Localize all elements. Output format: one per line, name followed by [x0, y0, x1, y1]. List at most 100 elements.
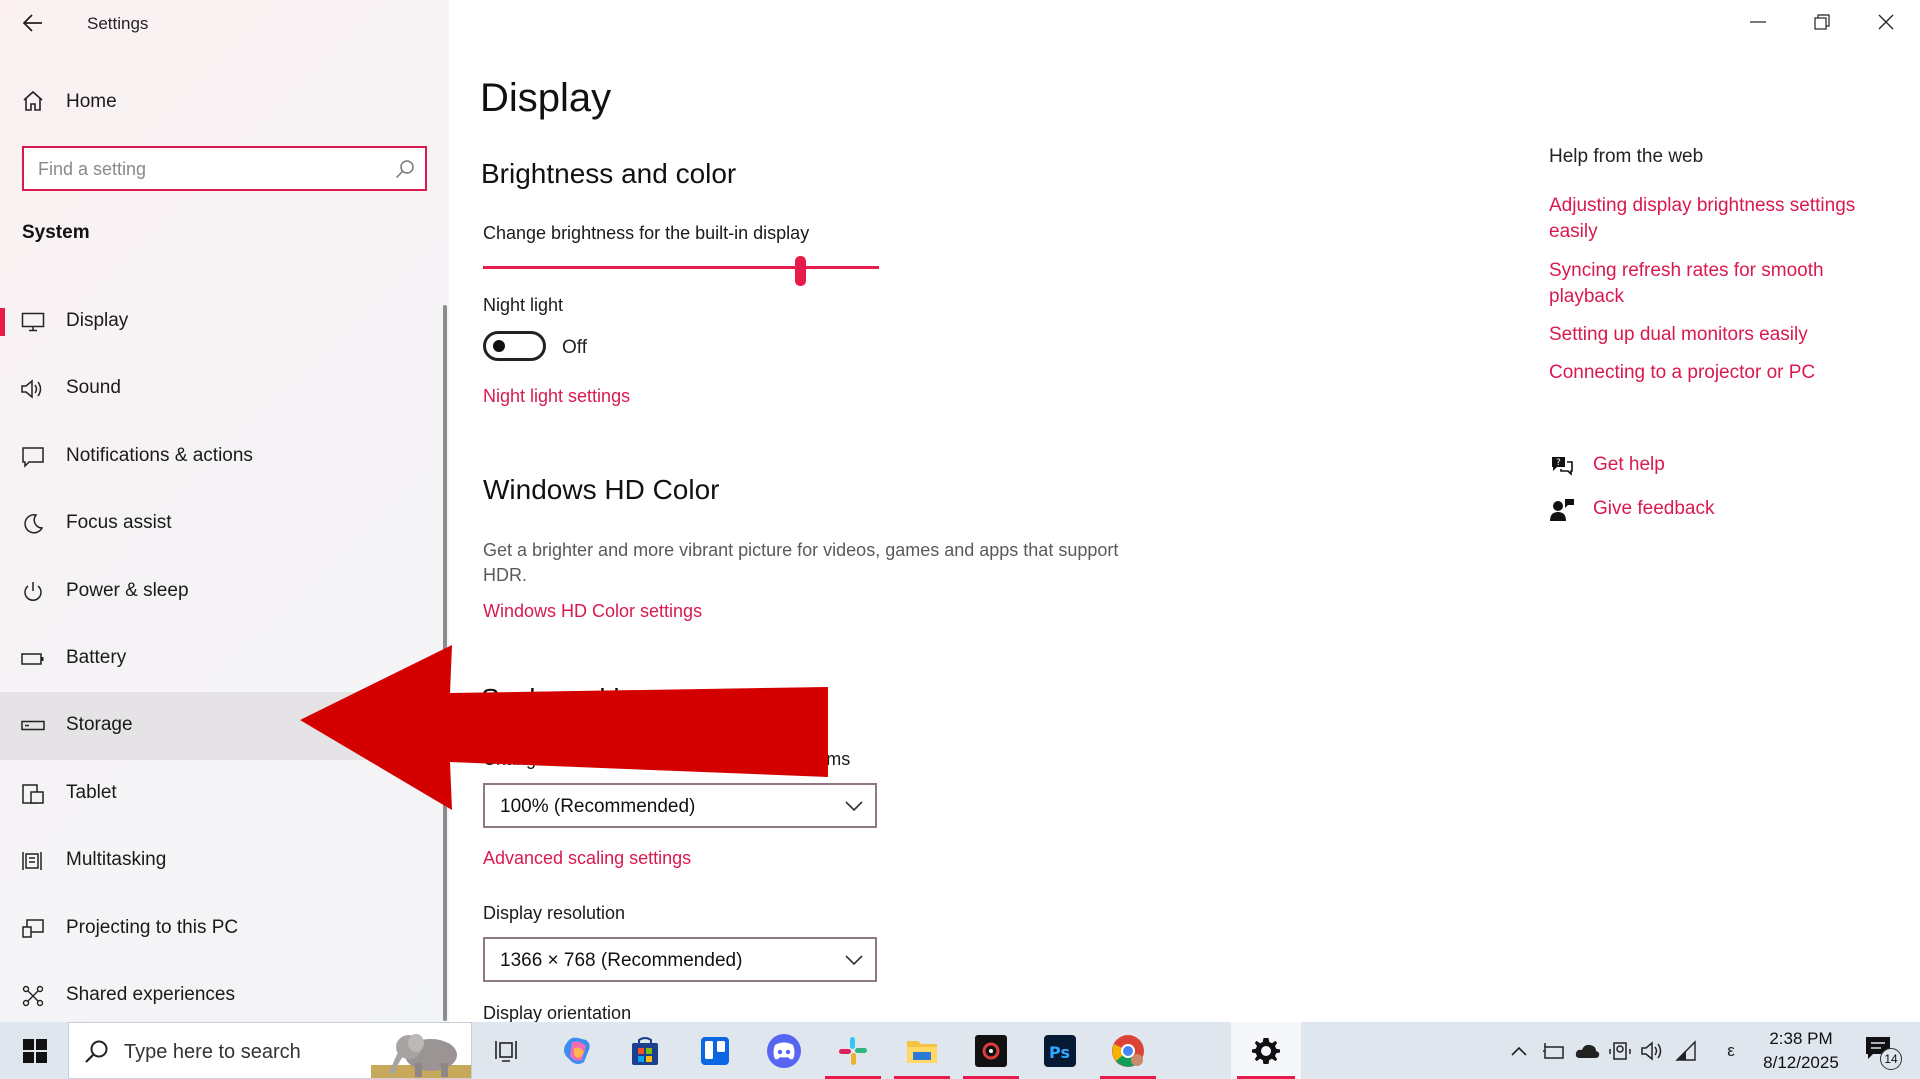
file-explorer-app[interactable]: [888, 1022, 956, 1079]
moon-icon: [20, 512, 46, 536]
copilot-app[interactable]: [543, 1022, 611, 1079]
davinci-resolve-icon: [975, 1034, 1007, 1067]
minimize-icon: [1750, 21, 1766, 23]
sidebar-item-home[interactable]: Home: [0, 82, 449, 122]
task-view-button[interactable]: [472, 1022, 540, 1079]
show-hidden-icons-button[interactable]: [1506, 1038, 1532, 1064]
chevron-down-icon: [845, 799, 863, 817]
sidebar-item-display[interactable]: Display: [0, 288, 449, 355]
taskbar-search[interactable]: Type here to search: [68, 1022, 472, 1079]
hd-color-description: Get a brighter and more vibrant picture …: [483, 540, 1119, 585]
sidebar-item-battery[interactable]: Battery: [0, 625, 449, 692]
sidebar-item-label: Focus assist: [66, 512, 172, 534]
discord-app[interactable]: [750, 1022, 818, 1079]
help-title: Help from the web: [1549, 146, 1704, 167]
battery-icon: [20, 647, 46, 671]
help-link-dual-monitors[interactable]: Setting up dual monitors easily: [1549, 322, 1889, 348]
dropdown-value: 1366 × 768 (Recommended): [500, 950, 743, 971]
svg-text:?: ?: [1556, 458, 1561, 468]
sidebar-item-label: Multitasking: [66, 849, 167, 871]
input-language-tray[interactable]: ε: [1718, 1038, 1744, 1064]
sidebar-scrollbar[interactable]: [443, 305, 447, 1021]
sidebar-item-label: Tablet: [66, 781, 117, 803]
hd-color-settings-link[interactable]: Windows HD Color settings: [483, 601, 702, 622]
taskbar-clock[interactable]: 2:38 PM 8/12/2025: [1755, 1027, 1847, 1075]
onedrive-tray[interactable]: [1574, 1038, 1600, 1064]
app-title: Settings: [87, 14, 149, 33]
brightness-slider[interactable]: [483, 256, 879, 286]
give-feedback-icon: [1549, 498, 1575, 527]
night-light-settings-link[interactable]: Night light settings: [483, 386, 630, 407]
search-input[interactable]: [38, 157, 378, 181]
orientation-label: Display orientation: [483, 1003, 632, 1023]
trello-icon: [701, 1036, 729, 1065]
taskbar-search-placeholder: Type here to search: [124, 1041, 301, 1063]
get-help-label: Get help: [1593, 454, 1665, 475]
sidebar-item-power-sleep[interactable]: Power & sleep: [0, 558, 449, 625]
sidebar-item-sound[interactable]: Sound: [0, 355, 449, 422]
back-arrow-icon: [23, 14, 42, 32]
discord-icon: [767, 1033, 801, 1068]
webcam-icon: [1609, 1042, 1631, 1060]
monitor-icon: [20, 310, 46, 334]
sidebar-item-projecting[interactable]: Projecting to this PC: [0, 895, 449, 962]
microsoft-store-icon: [632, 1036, 658, 1065]
sidebar-item-label: Sound: [66, 377, 121, 399]
speaker-icon: [20, 377, 46, 401]
volume-tray[interactable]: [1640, 1038, 1666, 1064]
minimize-button[interactable]: [1726, 0, 1790, 44]
title-bar: Settings: [0, 0, 449, 44]
sidebar-item-label: Notifications & actions: [66, 444, 253, 466]
device-tray[interactable]: [1607, 1038, 1633, 1064]
back-button[interactable]: [18, 8, 48, 38]
wifi-tray[interactable]: [1674, 1038, 1700, 1064]
battery-charging-icon: [1543, 1043, 1564, 1059]
find-setting-search[interactable]: [22, 146, 427, 191]
sidebar-item-shared-experiences[interactable]: Shared experiences: [0, 962, 449, 1029]
power-icon: [20, 580, 46, 604]
slack-icon: [839, 1036, 867, 1065]
photoshop-app[interactable]: Ps: [1026, 1022, 1094, 1079]
sidebar-item-multitasking[interactable]: Multitasking: [0, 827, 449, 894]
settings-app[interactable]: [1231, 1022, 1301, 1079]
dropdown-value: 100% (Recommended): [500, 796, 696, 817]
start-button[interactable]: [12, 1034, 58, 1068]
brightness-slider-label: Change brightness for the built-in displ…: [483, 223, 810, 243]
restore-button[interactable]: [1790, 0, 1854, 44]
system-nav: Display Sound Notifications & actions Fo…: [0, 288, 449, 1029]
close-button[interactable]: [1854, 0, 1918, 44]
slider-track: [483, 266, 879, 269]
close-icon: [1878, 14, 1894, 30]
network-adapter-tray[interactable]: [1540, 1038, 1566, 1064]
projecting-icon: [20, 917, 46, 941]
chrome-app[interactable]: [1094, 1022, 1162, 1079]
sidebar-item-label: Power & sleep: [66, 579, 189, 601]
advanced-scaling-link[interactable]: Advanced scaling settings: [483, 848, 691, 869]
help-link-brightness[interactable]: Adjusting display brightness settings ea…: [1549, 193, 1889, 245]
slack-app[interactable]: [819, 1022, 887, 1079]
microsoft-store-app[interactable]: [611, 1022, 679, 1079]
night-light-toggle[interactable]: [483, 331, 546, 361]
toggle-knob: [493, 340, 505, 352]
davinci-resolve-app[interactable]: [957, 1022, 1025, 1079]
home-icon: [22, 90, 44, 117]
scale-dropdown[interactable]: 100% (Recommended): [483, 783, 877, 828]
search-highlight-image: [371, 1025, 471, 1078]
action-center-button[interactable]: 14: [1862, 1032, 1902, 1072]
sidebar-item-storage[interactable]: Storage: [0, 692, 449, 760]
hd-color-heading: Windows HD Color: [483, 474, 720, 505]
resolution-dropdown[interactable]: 1366 × 768 (Recommended): [483, 937, 877, 982]
sidebar-item-notifications[interactable]: Notifications & actions: [0, 423, 449, 490]
sidebar-item-label: Storage: [66, 714, 133, 736]
notification-icon: [20, 445, 46, 469]
sidebar-item-tablet[interactable]: Tablet: [0, 760, 449, 827]
taskbar: Type here to search Ps ε 2:38 PM 8/12/20…: [0, 1022, 1920, 1079]
help-link-refresh-rates[interactable]: Syncing refresh rates for smooth playbac…: [1549, 258, 1889, 310]
slider-thumb[interactable]: [794, 256, 806, 286]
help-link-projector[interactable]: Connecting to a projector or PC: [1549, 360, 1889, 386]
sidebar-item-label: Shared experiences: [66, 983, 235, 1005]
windows-logo-icon: [23, 1039, 47, 1063]
trello-app[interactable]: [681, 1022, 749, 1079]
sidebar-item-focus-assist[interactable]: Focus assist: [0, 490, 449, 557]
sidebar-item-label: Home: [66, 91, 117, 112]
